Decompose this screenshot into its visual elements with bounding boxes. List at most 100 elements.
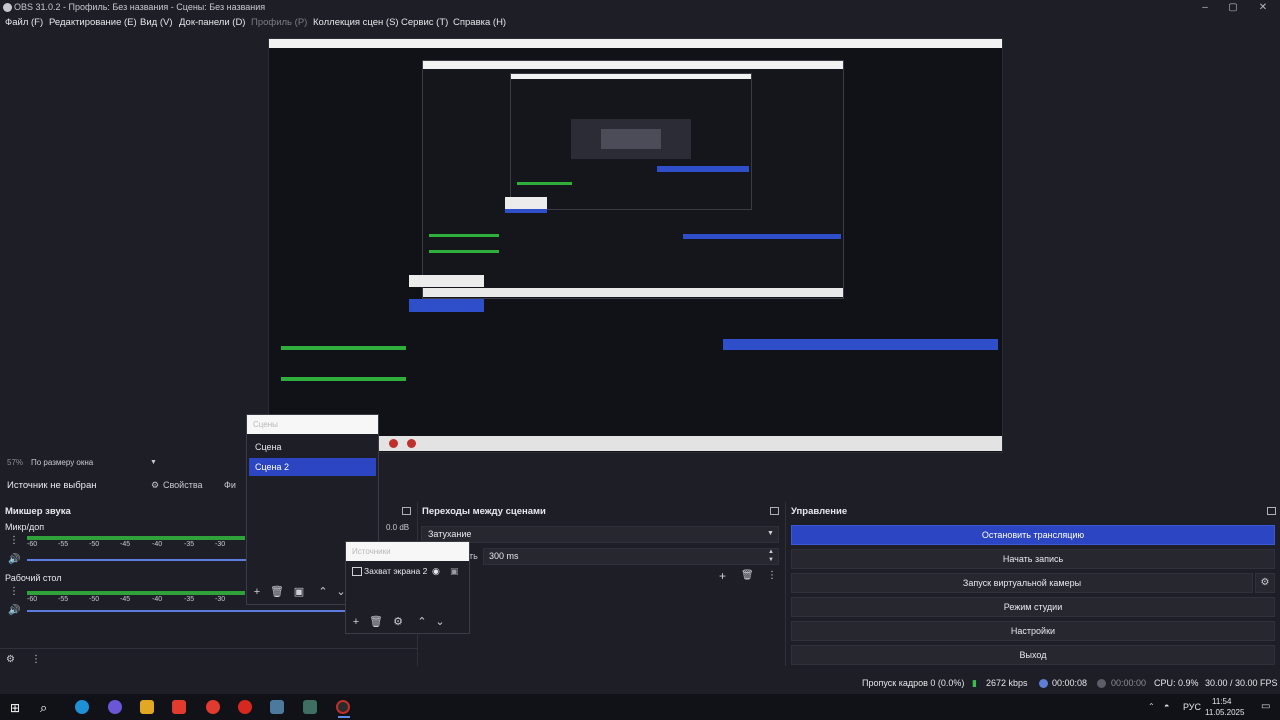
mixer-tick: -50 xyxy=(89,596,100,603)
mixer-tick: -55 xyxy=(58,541,69,548)
cpu-usage: CPU: 0.9% xyxy=(1154,678,1199,688)
menu-docks[interactable]: Док-панели (D) xyxy=(179,17,245,28)
mixer-channel-name: Микр/доп xyxy=(5,522,45,532)
mixer-tick: -45 xyxy=(120,596,131,603)
menu-bar: Файл (F) Редактирование (E) Вид (V) Док-… xyxy=(0,16,1280,32)
properties-button[interactable]: Свойства xyxy=(163,480,203,490)
speaker-icon[interactable]: 🔊 xyxy=(8,605,20,616)
windows-start-icon[interactable]: ⊞ xyxy=(10,701,20,715)
menu-tools[interactable]: Сервис (T) xyxy=(401,17,448,28)
preview-canvas[interactable] xyxy=(268,38,1003,453)
clock-date: 11.05.2025 xyxy=(1205,708,1245,717)
audio-meter xyxy=(27,591,245,595)
minimize-button[interactable]: – xyxy=(1190,0,1220,16)
opera-icon[interactable] xyxy=(238,700,252,714)
tray-chevron-icon[interactable]: ⌃ xyxy=(1148,702,1155,711)
volume-slider[interactable] xyxy=(27,610,345,612)
menu-help[interactable]: Справка (H) xyxy=(453,17,506,28)
transition-type-value: Затухание xyxy=(428,529,472,539)
notifications-icon[interactable]: ▭ xyxy=(1261,701,1270,712)
network-icon: ◓ xyxy=(1164,701,1170,711)
delete-transition-icon[interactable]: 🗑 xyxy=(741,570,754,581)
scene-item[interactable]: Сцена xyxy=(249,438,376,456)
gear-icon: ⚙ xyxy=(151,480,160,490)
studio-mode-button[interactable]: Режим студии xyxy=(791,597,1275,617)
move-up-icon[interactable]: ⌃ xyxy=(315,584,331,600)
sources-title: Источники xyxy=(346,542,469,561)
obs-taskbar-icon[interactable] xyxy=(336,700,350,714)
mixer-tick: -30 xyxy=(215,541,226,548)
app-icon[interactable] xyxy=(303,700,317,714)
virtual-camera-button[interactable]: Запуск виртуальной камеры xyxy=(791,573,1253,593)
source-up-icon[interactable]: ⌃ xyxy=(414,614,430,630)
speaker-icon[interactable]: 🔊 xyxy=(8,554,20,565)
settings-button[interactable]: Настройки xyxy=(791,621,1275,641)
visibility-eye-icon[interactable]: ◉ xyxy=(432,566,440,577)
kebab-menu-icon[interactable]: ⋮ xyxy=(9,586,19,597)
exit-button[interactable]: Выход xyxy=(791,645,1275,665)
undock-icon[interactable] xyxy=(770,507,779,515)
lock-icon[interactable]: ▣ xyxy=(450,566,459,577)
chevron-down-icon: ▼ xyxy=(150,459,157,466)
controls-title: Управление xyxy=(791,506,848,517)
source-down-icon[interactable]: ⌄ xyxy=(432,614,448,630)
browser-icon[interactable] xyxy=(108,700,122,714)
spin-up-icon[interactable]: ▲ xyxy=(768,549,774,555)
source-item-label[interactable]: Захват экрана 2 xyxy=(364,566,427,576)
chevron-down-icon: ▼ xyxy=(767,530,774,537)
app-icon[interactable] xyxy=(270,700,284,714)
signal-icon: ▮ xyxy=(972,678,977,688)
menu-scene-collection[interactable]: Коллекция сцен (S) xyxy=(313,17,399,28)
spin-down-icon[interactable]: ▼ xyxy=(768,557,774,563)
menu-edit[interactable]: Редактирование (E) xyxy=(49,17,137,28)
transition-menu-icon[interactable]: ⋮ xyxy=(767,570,777,581)
mixer-tick: -55 xyxy=(58,596,69,603)
delete-scene-icon[interactable]: 🗑 xyxy=(269,584,285,600)
filters-button[interactable]: Фи xyxy=(224,480,236,490)
mixer-tick: -35 xyxy=(184,596,195,603)
undock-icon[interactable] xyxy=(1267,507,1276,515)
mixer-tick: -60 xyxy=(27,596,38,603)
yandex-icon[interactable] xyxy=(172,700,186,714)
mixer-tick: -60 xyxy=(27,541,38,548)
scene-item-selected[interactable]: Сцена 2 xyxy=(249,458,376,476)
stream-icon xyxy=(1039,679,1048,688)
start-recording-button[interactable]: Начать запись xyxy=(791,549,1275,569)
duration-spinbox[interactable]: 300 ms ▲ ▼ xyxy=(483,548,779,565)
source-settings-icon[interactable]: ⚙ xyxy=(390,614,406,630)
captured-titlebar xyxy=(269,39,1002,48)
delete-source-icon[interactable]: 🗑 xyxy=(368,614,384,630)
mixer-settings-icon[interactable]: ⚙ xyxy=(6,654,15,665)
mixer-tick: -35 xyxy=(184,541,195,548)
add-transition-icon[interactable]: + xyxy=(719,569,726,583)
yandex-browser-icon[interactable] xyxy=(206,700,220,714)
add-scene-icon[interactable]: + xyxy=(249,584,265,600)
scene-filters-icon[interactable]: ▣ xyxy=(291,584,307,600)
fit-mode-dropdown[interactable]: По размеру окна xyxy=(31,458,93,467)
undock-icon[interactable] xyxy=(402,507,411,515)
virtual-camera-settings-icon[interactable]: ⚙ xyxy=(1255,573,1275,593)
add-source-icon[interactable]: + xyxy=(348,614,364,630)
edge-browser-icon[interactable] xyxy=(75,700,89,714)
monitor-icon xyxy=(352,567,362,576)
record-icon xyxy=(1097,679,1106,688)
close-button[interactable]: ✕ xyxy=(1248,0,1278,16)
search-icon[interactable]: ⌕ xyxy=(40,700,47,716)
stop-streaming-button[interactable]: Остановить трансляцию xyxy=(791,525,1275,545)
no-source-label: Источник не выбран xyxy=(7,480,97,491)
language-indicator[interactable]: РУС xyxy=(1183,702,1201,712)
transitions-title: Переходы между сценами xyxy=(422,506,546,517)
mixer-menu-icon[interactable]: ⋮ xyxy=(31,654,41,665)
folder-icon[interactable] xyxy=(140,700,154,714)
menu-profile[interactable]: Профиль (P) xyxy=(251,17,307,28)
mixer-channel-name: Рабочий стол xyxy=(5,573,62,583)
zoom-level: 57% xyxy=(7,458,24,467)
menu-file[interactable]: Файл (F) xyxy=(5,17,43,28)
record-time: 00:00:00 xyxy=(1111,678,1147,688)
kebab-menu-icon[interactable]: ⋮ xyxy=(9,535,19,546)
maximize-button[interactable]: ▢ xyxy=(1218,0,1248,16)
transition-type-dropdown[interactable]: Затухание ▼ xyxy=(421,526,779,543)
menu-view[interactable]: Вид (V) xyxy=(140,17,173,28)
sources-panel: Источники Захват экрана 2 ◉ ▣ + 🗑 ⚙ ⌃ ⌄ xyxy=(345,541,470,634)
stream-time: 00:00:08 xyxy=(1052,678,1088,688)
